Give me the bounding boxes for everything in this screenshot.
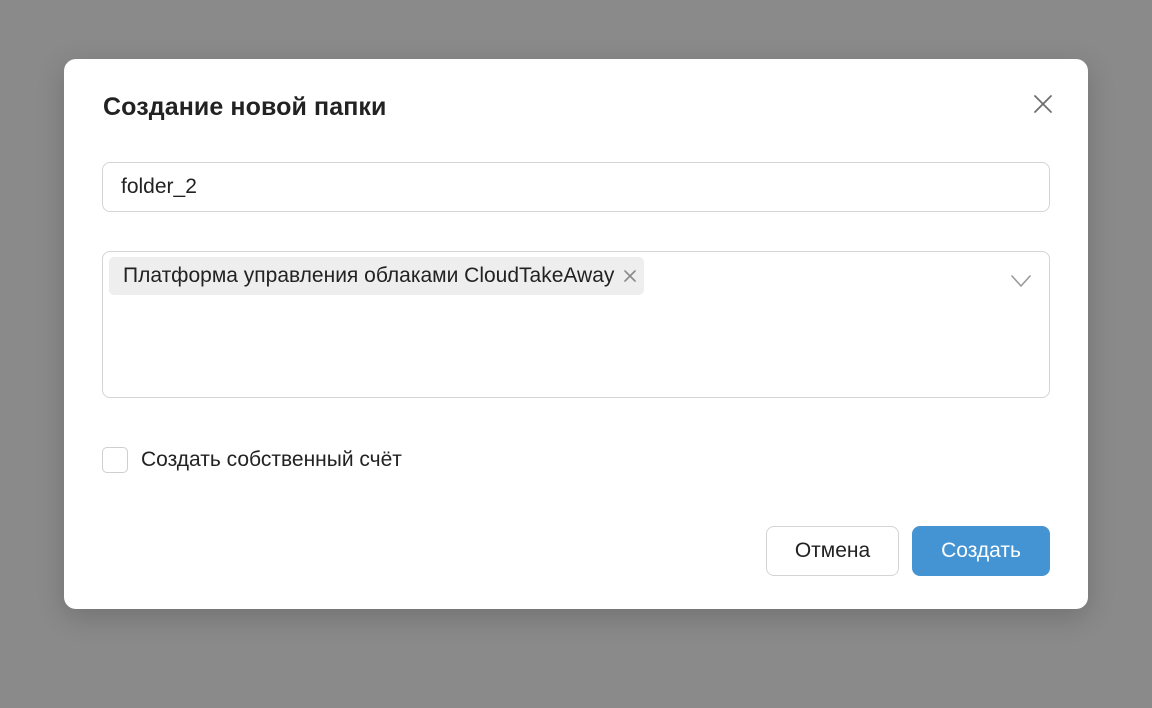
close-icon [1034,95,1052,113]
cancel-button[interactable]: Отмена [766,526,899,576]
tag-label: Платформа управления облаками CloudTakeA… [123,264,615,287]
folder-name-input[interactable] [102,162,1050,212]
own-account-option[interactable]: Создать собственный счёт [102,447,402,473]
close-small-icon [624,270,637,282]
create-folder-dialog: Создание новой папки Платформа управлени… [64,59,1088,609]
cloud-multiselect[interactable]: Платформа управления облаками CloudTakeA… [102,251,1050,398]
chevron-down-icon[interactable] [1009,268,1033,292]
create-button[interactable]: Создать [912,526,1050,576]
own-account-checkbox[interactable] [102,447,128,473]
own-account-label[interactable]: Создать собственный счёт [141,448,402,472]
tag-remove-button[interactable] [622,268,638,284]
selected-tag: Платформа управления облаками CloudTakeA… [109,257,645,295]
dialog-title: Создание новой папки [103,93,387,121]
close-button[interactable] [1028,89,1058,119]
